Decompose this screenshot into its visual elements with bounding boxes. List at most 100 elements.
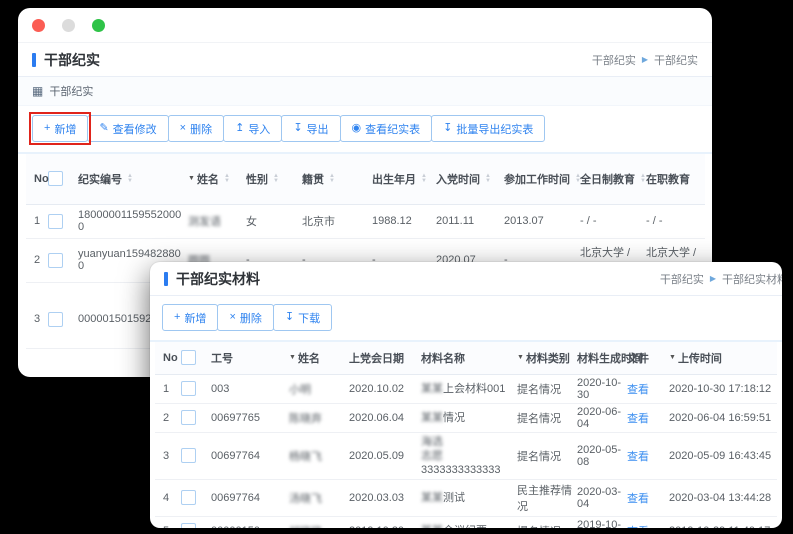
close-traffic-light[interactable] <box>32 19 45 32</box>
header-label: 材料名称 <box>421 350 465 366</box>
table-row: 1003小明2020.10.02某某上会材料001提名情况2020-10-30查… <box>155 374 777 403</box>
header-text: 材料类别 <box>526 350 570 366</box>
cell-file: 查看 <box>627 432 669 479</box>
table-row: 400697764汤晓飞2020.03.03某某测试民主推荐情况2020-03-… <box>155 479 777 516</box>
cell-gender: 女 <box>246 204 302 238</box>
sort-caret-icon[interactable]: ▲▼ <box>329 174 335 184</box>
export-button[interactable]: ↧ 导出 <box>281 115 340 142</box>
delete-button[interactable]: ×删除 <box>217 304 273 331</box>
column-header-work_start[interactable]: 参加工作时间▲▼ <box>504 154 580 204</box>
add-button[interactable]: +新增 <box>162 304 218 331</box>
select-all-checkbox[interactable] <box>48 171 63 186</box>
row-checkbox[interactable] <box>181 490 196 505</box>
cell-material: 某某测试 <box>421 479 517 516</box>
header-text: No <box>34 173 49 185</box>
column-header-category[interactable]: ▼材料类别 <box>517 342 577 374</box>
batch-export-button[interactable]: ↧批量导出纪实表 <box>431 115 545 142</box>
cell-text: 2 <box>163 412 169 424</box>
select-all-header[interactable] <box>48 154 78 204</box>
filter-icon[interactable]: ▼ <box>188 175 195 182</box>
cell-text: 180000011595520000 <box>78 209 181 233</box>
import-button[interactable]: ↥导入 <box>223 115 282 142</box>
table-row: 200697765陈晓弃2020.06.04某某情况提名情况2020-06-04… <box>155 403 777 432</box>
column-header-name[interactable]: ▼姓名 <box>289 342 349 374</box>
cell-fulltime_edu: - / - <box>580 204 646 238</box>
cell-text: 杨晓飞 <box>289 451 322 463</box>
delete-button[interactable]: ×删除 <box>168 115 224 142</box>
maximize-traffic-light[interactable] <box>92 19 105 32</box>
download-icon: ↧ <box>293 123 302 134</box>
row-checkbox[interactable] <box>48 253 63 268</box>
cell-text: 3 <box>163 450 169 462</box>
row-checkbox[interactable] <box>181 523 196 528</box>
button-label: 导出 <box>307 121 329 137</box>
header-label: No <box>34 173 49 185</box>
breadcrumb-item[interactable]: 干部纪实 <box>660 271 704 287</box>
sort-caret-icon[interactable]: ▲▼ <box>127 174 133 184</box>
column-header-birth[interactable]: 出生年月▲▼ <box>372 154 436 204</box>
view-file-link[interactable]: 查看 <box>627 384 649 396</box>
breadcrumb-item[interactable]: 干部纪实 <box>654 52 698 68</box>
button-label: 删除 <box>240 310 262 326</box>
view-file-link[interactable]: 查看 <box>627 413 649 425</box>
filter-icon[interactable]: ▼ <box>289 354 296 361</box>
sort-caret-icon[interactable]: ▲▼ <box>224 174 230 184</box>
sort-caret-icon[interactable]: ▲▼ <box>485 174 491 184</box>
column-header-name[interactable]: ▼姓名▲▼ <box>188 154 246 204</box>
column-header-upload_time[interactable]: ▼上传时间 <box>669 342 777 374</box>
cell-work_start: 2013.07 <box>504 204 580 238</box>
view-file-link[interactable]: 查看 <box>627 451 649 463</box>
cell-text: 2020.03.03 <box>349 492 404 504</box>
view-file-link[interactable]: 查看 <box>627 526 649 529</box>
material-name-segment: 情况 <box>443 412 465 424</box>
row-checkbox[interactable] <box>181 448 196 463</box>
view-record-table-button[interactable]: ◉查看纪实表 <box>340 115 433 142</box>
column-header-party_join[interactable]: 入党时间▲▼ <box>436 154 504 204</box>
column-header-gender[interactable]: 性别▲▼ <box>246 154 302 204</box>
filter-icon[interactable]: ▼ <box>669 354 676 361</box>
cell-cb <box>181 374 211 403</box>
header-text: 籍贯 <box>302 171 324 187</box>
breadcrumb-item[interactable]: 干部纪实 <box>592 52 636 68</box>
header-label: 参加工作时间▲▼ <box>504 171 581 187</box>
cell-text: 1 <box>163 383 169 395</box>
cell-meeting_date: 2020.03.03 <box>349 479 421 516</box>
minimize-traffic-light[interactable] <box>62 19 75 32</box>
column-header-job_id: 工号 <box>211 342 289 374</box>
sort-caret-icon[interactable]: ▲▼ <box>273 174 279 184</box>
select-all-header[interactable] <box>181 342 211 374</box>
row-checkbox[interactable] <box>181 381 196 396</box>
subheader-label: 干部纪实 <box>49 83 93 99</box>
view-file-link[interactable]: 查看 <box>627 493 649 505</box>
row-checkbox[interactable] <box>181 410 196 425</box>
column-header-record_id[interactable]: 纪实编号▲▼ <box>78 154 188 204</box>
cell-party_join: 2011.11 <box>436 204 504 238</box>
header-label: 全日制教育▲▼ <box>580 171 646 187</box>
header-text: 在职教育 <box>646 171 690 187</box>
cell-text: 2020-06-04 <box>577 406 621 430</box>
title-accent-bar <box>32 53 36 67</box>
header-text: No <box>163 352 178 364</box>
plus-icon: + <box>44 123 50 134</box>
row-checkbox[interactable] <box>48 214 63 229</box>
sort-caret-icon[interactable]: ▲▼ <box>421 174 427 184</box>
column-header-native_place[interactable]: 籍贯 ▲▼ <box>302 154 372 204</box>
cell-text: 民主推荐情况 <box>517 485 572 513</box>
breadcrumb-item[interactable]: 干部纪实材料 <box>722 271 782 287</box>
view-edit-button[interactable]: ✎查看修改 <box>87 115 168 142</box>
cell-text: - / - <box>646 215 663 227</box>
filter-icon[interactable]: ▼ <box>517 354 524 361</box>
cell-material: 海选志愿3333333333333 <box>421 432 517 479</box>
cell-upload_time: 2020-03-04 13:44:28 <box>669 479 777 516</box>
cell-no: 5 <box>155 516 181 528</box>
cell-text: 2020-05-08 <box>577 444 621 468</box>
cell-upload_time: 2019-10-29 11:40:17 <box>669 516 777 528</box>
column-header-fulltime_edu[interactable]: 全日制教育▲▼ <box>580 154 646 204</box>
row-checkbox[interactable] <box>48 312 63 327</box>
table-subheader: ▦ 干部纪实 <box>18 77 712 106</box>
select-all-checkbox[interactable] <box>181 350 196 365</box>
cell-material: 某某会议纪要 <box>421 516 517 528</box>
add-button[interactable]: +新增 <box>32 115 88 142</box>
material-name-segment: 上会材料001 <box>443 383 505 395</box>
download-button[interactable]: ↧下载 <box>273 304 332 331</box>
